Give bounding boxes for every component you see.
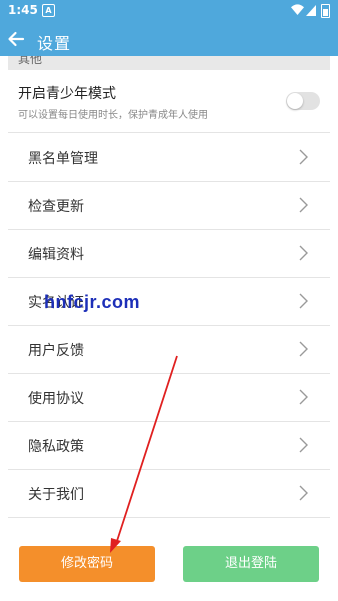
annotation-arrow [110, 355, 178, 553]
